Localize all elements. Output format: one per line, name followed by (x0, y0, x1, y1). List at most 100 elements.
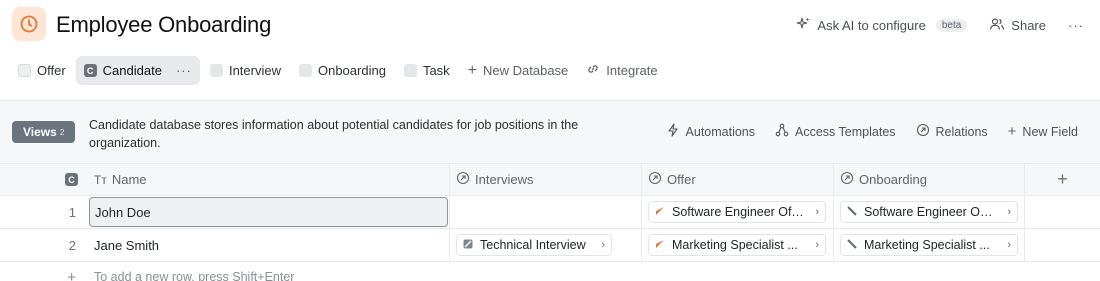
interviews-cell[interactable]: Technical Interview › (450, 229, 642, 261)
task-db-icon (403, 64, 417, 77)
name-cell[interactable]: John Doe (88, 196, 450, 228)
offer-value: Marketing Specialist ... (672, 238, 798, 252)
offer-cell[interactable]: Marketing Specialist ... › (642, 229, 834, 261)
tab-label: Interview (228, 63, 281, 78)
relation-icon (916, 123, 930, 140)
toolbar-actions: Automations Access Templates Relations +… (666, 123, 1078, 140)
users-icon (989, 16, 1005, 35)
views-count: 2 (59, 127, 65, 137)
tab-interview[interactable]: Interview (202, 56, 289, 85)
integrate-button[interactable]: Integrate (578, 56, 665, 85)
candidate-db-icon: C (83, 64, 97, 77)
column-label: Name (111, 172, 147, 187)
plus-icon: + (1007, 123, 1017, 140)
interview-link-pill[interactable]: Technical Interview › (456, 234, 612, 256)
onboarding-db-icon (298, 64, 312, 77)
database-description: Candidate database stores information ab… (89, 118, 579, 150)
views-button[interactable]: Views 2 (12, 121, 76, 143)
new-field-button[interactable]: + New Field (1008, 123, 1078, 140)
share-button[interactable]: Share (989, 16, 1046, 35)
data-table: C Tт Name Interviews Offer Onboarding + … (0, 163, 1100, 281)
name-cell-editor[interactable]: John Doe (89, 197, 448, 227)
more-icon: ··· (1068, 17, 1084, 33)
more-options-button[interactable]: ··· (1068, 18, 1084, 33)
sparkle-icon (795, 16, 811, 35)
tab-more-icon[interactable]: ··· (176, 63, 192, 78)
row-index: 2 (68, 237, 76, 253)
relation-icon (840, 171, 854, 188)
row-index: 1 (68, 204, 76, 220)
new-database-button[interactable]: + New Database (460, 56, 577, 85)
empty-cell (1025, 196, 1100, 228)
table-header-row: C Tт Name Interviews Offer Onboarding + (0, 163, 1100, 196)
tab-label: Offer (37, 63, 66, 78)
onboarding-record-icon (847, 238, 857, 252)
database-toolbar: Views 2 Candidate database stores inform… (0, 100, 1100, 163)
onboarding-link-pill[interactable]: Marketing Specialist ... › (840, 234, 1018, 256)
empty-cell (1025, 229, 1100, 261)
chevron-right-icon: › (815, 239, 819, 251)
table-row[interactable]: 2 Jane Smith Technical Interview › Marke… (0, 229, 1100, 262)
interviews-cell[interactable] (450, 196, 642, 228)
interview-value: Technical Interview (480, 238, 586, 252)
page-header: Employee Onboarding Ask AI to configure … (0, 0, 1100, 50)
tab-onboarding[interactable]: Onboarding (291, 56, 394, 85)
beta-badge: beta (935, 18, 968, 32)
column-header-interviews[interactable]: Interviews (450, 164, 642, 195)
relations-label: Relations (935, 124, 988, 139)
offer-cell[interactable]: Software Engineer Offer › (642, 196, 834, 228)
automations-label: Automations (685, 124, 756, 139)
tab-label: Onboarding (317, 63, 386, 78)
column-label: Onboarding (859, 172, 927, 187)
tab-task[interactable]: Task (396, 56, 458, 85)
ask-ai-label: Ask AI to configure (817, 17, 926, 33)
table-row[interactable]: 1 John Doe Software Engineer Offer › Sof… (0, 196, 1100, 229)
column-label: Offer (667, 172, 696, 187)
header-actions: Ask AI to configure beta Share ··· (795, 14, 1084, 36)
share-label: Share (1011, 17, 1046, 33)
offer-link-pill[interactable]: Software Engineer Offer › (648, 201, 826, 223)
tab-candidate[interactable]: C Candidate ··· (75, 56, 200, 85)
ask-ai-button[interactable]: Ask AI to configure beta (795, 16, 968, 35)
column-header-offer[interactable]: Offer (642, 164, 834, 195)
plus-icon: + (467, 61, 478, 79)
name-value: Jane Smith (94, 237, 160, 253)
chevron-right-icon: › (601, 239, 605, 251)
tab-label: Task (422, 63, 450, 78)
chevron-right-icon: › (1007, 239, 1011, 251)
offer-record-icon (655, 238, 665, 252)
chevron-right-icon: › (1007, 206, 1011, 218)
candidate-db-icon: C (65, 173, 78, 186)
name-value: John Doe (95, 204, 151, 220)
link-icon (586, 62, 600, 79)
tab-label: Integrate (606, 63, 658, 78)
tab-label: New Database (483, 63, 569, 78)
onboarding-cell[interactable]: Marketing Specialist ... › (834, 229, 1025, 261)
index-header: C (0, 164, 88, 195)
access-templates-button[interactable]: Access Templates (775, 123, 896, 140)
column-header-name[interactable]: Tт Name (88, 164, 450, 195)
offer-link-pill[interactable]: Marketing Specialist ... › (648, 234, 826, 256)
interview-db-icon (209, 64, 223, 77)
onboarding-cell[interactable]: Software Engineer On... › (834, 196, 1025, 228)
offer-db-icon (18, 64, 31, 77)
add-column-button[interactable]: + (1025, 164, 1100, 195)
onboarding-link-pill[interactable]: Software Engineer On... › (840, 201, 1018, 223)
tab-label: Candidate (102, 63, 162, 78)
new-field-label: New Field (1022, 124, 1078, 139)
column-label: Interviews (475, 172, 534, 187)
lightning-icon (666, 123, 680, 140)
column-header-onboarding[interactable]: Onboarding (834, 164, 1025, 195)
name-cell[interactable]: Jane Smith (88, 229, 450, 261)
plus-icon: + (1057, 169, 1068, 189)
onboarding-record-icon (847, 205, 857, 219)
tab-offer[interactable]: Offer (10, 56, 74, 85)
add-row[interactable]: + To add a new row, press Shift+Enter (0, 262, 1100, 281)
relation-icon (456, 171, 470, 188)
automations-button[interactable]: Automations (666, 123, 755, 140)
chevron-right-icon: › (815, 206, 819, 218)
add-row-hint: To add a new row, press Shift+Enter (94, 270, 295, 281)
relations-button[interactable]: Relations (916, 123, 988, 140)
text-type-icon: Tт (94, 172, 107, 187)
add-row-plus-icon[interactable]: + (0, 262, 88, 281)
